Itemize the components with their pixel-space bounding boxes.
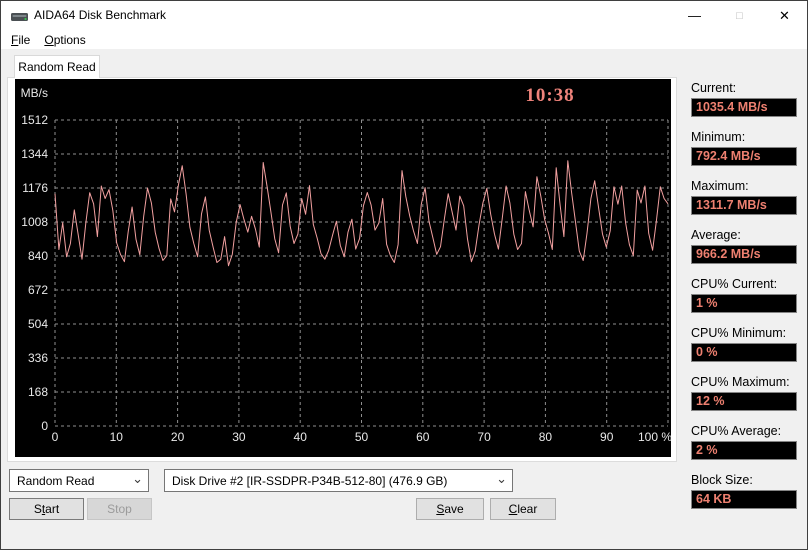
benchmark-chart: 0 10 20 30 40 50 60 70 80 90 100 % 1512 1344 1176 1008… (15, 79, 671, 457)
stat-label: CPU% Minimum: (691, 326, 787, 340)
svg-text:60: 60 (416, 430, 430, 444)
stat-label: Average: (691, 228, 741, 242)
clear-button[interactable]: Clear (490, 498, 556, 520)
svg-text:40: 40 (294, 430, 308, 444)
svg-text:840: 840 (28, 249, 48, 263)
svg-text:1512: 1512 (21, 113, 48, 127)
chevron-down-icon: ⌄ (496, 471, 507, 486)
stat-label: Current: (691, 81, 737, 95)
tab-page: 0 10 20 30 40 50 60 70 80 90 100 % 1512 1344 1176 1008… (7, 77, 677, 462)
stat-value-box: 0 % (691, 343, 797, 362)
stat-label: CPU% Maximum: (691, 375, 790, 389)
chart-time-label: 10:38 (525, 85, 575, 106)
stat-value-box: 1035.4 MB/s (691, 98, 797, 117)
stat-value-box: 1311.7 MB/s (691, 196, 797, 215)
svg-text:100 %: 100 % (638, 430, 671, 444)
close-button[interactable]: ✕ (762, 1, 807, 30)
start-button[interactable]: St art (9, 498, 84, 520)
svg-text:20: 20 (171, 430, 185, 444)
svg-text:168: 168 (28, 385, 48, 399)
minimize-button[interactable]: — (672, 1, 717, 30)
stat-block-size: Block Size: 64 KB (691, 473, 803, 509)
window-controls: — □ ✕ (672, 1, 807, 30)
svg-text:70: 70 (477, 430, 491, 444)
window-title: AIDA64 Disk Benchmark (34, 8, 167, 22)
app-window: AIDA64 Disk Benchmark — □ ✕ File Options… (0, 0, 808, 550)
svg-text:0: 0 (41, 419, 48, 433)
stat-value-box: 1 % (691, 294, 797, 313)
svg-text:0: 0 (52, 430, 59, 444)
svg-text:336: 336 (28, 351, 48, 365)
stat-label: CPU% Current: (691, 277, 778, 291)
stat-label: Minimum: (691, 130, 746, 144)
stat-value-box: 12 % (691, 392, 797, 411)
svg-text:672: 672 (28, 283, 48, 297)
svg-text:10: 10 (110, 430, 124, 444)
stop-button: Stop (87, 498, 152, 520)
svg-text:50: 50 (355, 430, 369, 444)
svg-text:504: 504 (28, 317, 48, 331)
stat-cpu-minimum: CPU% Minimum: 0 % (691, 326, 803, 362)
menu-file[interactable]: File (4, 32, 37, 48)
stat-value-box: 2 % (691, 441, 797, 460)
tab-random-read[interactable]: Random Read (14, 55, 100, 78)
svg-text:1008: 1008 (21, 215, 48, 229)
stat-maximum: Maximum: 1311.7 MB/s (691, 179, 803, 215)
disk-drive-select[interactable]: Disk Drive #2 [IR-SSDPR-P34B-512-80] (47… (164, 469, 513, 492)
stat-cpu-average: CPU% Average: 2 % (691, 424, 803, 460)
disk-drive-icon (11, 10, 29, 28)
stat-cpu-maximum: CPU% Maximum: 12 % (691, 375, 803, 411)
chevron-down-icon: ⌄ (132, 471, 143, 486)
disk-drive-value: Disk Drive #2 [IR-SSDPR-P34B-512-80] (47… (172, 473, 448, 488)
svg-text:80: 80 (539, 430, 553, 444)
stat-cpu-current: CPU% Current: 1 % (691, 277, 803, 313)
menu-bar: File Options (1, 30, 807, 49)
stat-label: Maximum: (691, 179, 749, 193)
maximize-button: □ (736, 9, 743, 22)
stat-value-box: 792.4 MB/s (691, 147, 797, 166)
title-bar: AIDA64 Disk Benchmark — □ ✕ (1, 1, 807, 30)
svg-text:1344: 1344 (21, 147, 48, 161)
svg-text:MB/s: MB/s (21, 86, 48, 100)
stat-minimum: Minimum: 792.4 MB/s (691, 130, 803, 166)
stat-average: Average: 966.2 MB/s (691, 228, 803, 264)
test-type-value: Random Read (17, 473, 95, 488)
stat-label: CPU% Average: (691, 424, 782, 438)
svg-text:1176: 1176 (22, 181, 48, 195)
svg-text:30: 30 (232, 430, 246, 444)
menu-options[interactable]: Options (37, 32, 92, 48)
stat-value-box: 64 KB (691, 490, 797, 509)
stats-panel: Current: 1035.4 MB/s Minimum: 792.4 MB/s… (691, 81, 803, 522)
svg-text:90: 90 (600, 430, 614, 444)
chart-plot-area: 0 10 20 30 40 50 60 70 80 90 100 % 1512 1344 1176 1008… (21, 86, 671, 444)
test-type-select[interactable]: Random Read ⌄ (9, 469, 149, 492)
save-button[interactable]: Save (416, 498, 484, 520)
stat-label: Block Size: (691, 473, 753, 487)
stat-current: Current: 1035.4 MB/s (691, 81, 803, 117)
stat-value-box: 966.2 MB/s (691, 245, 797, 264)
